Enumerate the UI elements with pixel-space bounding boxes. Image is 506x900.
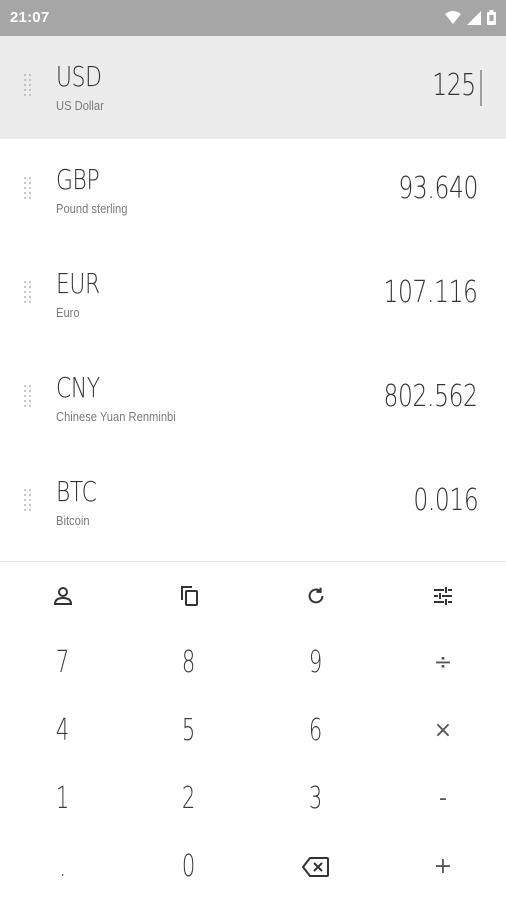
currency-amount[interactable]: 107.116 (384, 275, 478, 310)
currency-code: GBP (56, 163, 100, 196)
plus-label: + (433, 854, 453, 879)
currency-name: US Dollar (56, 98, 104, 113)
key-4[interactable]: 4 (0, 697, 126, 764)
minus-label: - (439, 786, 447, 811)
copy-button[interactable] (126, 562, 252, 629)
key-2[interactable]: 2 (126, 765, 252, 832)
multiply-button[interactable]: × (380, 697, 506, 764)
drag-handle-icon[interactable] (22, 383, 34, 411)
currency-code: USD (56, 60, 102, 93)
backspace-button[interactable] (253, 833, 379, 900)
divide-label: ÷ (433, 650, 453, 675)
contacts-button[interactable] (0, 562, 126, 629)
currency-amount-input[interactable]: 125 (433, 68, 477, 103)
currency-row-cny[interactable]: CNY Chinese Yuan Renminbi 802.562 (0, 347, 506, 451)
key-9-label: 9 (309, 645, 323, 680)
divide-button[interactable]: ÷ (380, 629, 506, 696)
currency-row-gbp[interactable]: GBP Pound sterling 93.640 (0, 139, 506, 243)
key-3[interactable]: 3 (253, 765, 379, 832)
person-icon (51, 584, 75, 608)
currency-code: CNY (56, 371, 100, 404)
refresh-icon (305, 585, 327, 607)
key-7-label: 7 (56, 645, 70, 680)
drag-handle-icon[interactable] (22, 175, 34, 203)
wifi-icon (445, 10, 461, 25)
key-6[interactable]: 6 (253, 697, 379, 764)
currency-name: Chinese Yuan Renminbi (56, 409, 176, 424)
key-6-label: 6 (309, 713, 323, 748)
minus-button[interactable]: - (380, 765, 506, 832)
tune-icon (431, 584, 455, 608)
drag-handle-icon[interactable] (22, 487, 34, 515)
currency-row-usd[interactable]: USD US Dollar 125 (0, 36, 506, 139)
plus-button[interactable]: + (380, 833, 506, 900)
currency-row-btc[interactable]: BTC Bitcoin 0.016 (0, 451, 506, 555)
copy-icon (177, 584, 201, 608)
currency-amount[interactable]: 802.562 (384, 379, 478, 414)
key-8-label: 8 (182, 645, 196, 680)
key-2-label: 2 (182, 781, 196, 816)
decimal-button[interactable]: . (0, 833, 126, 900)
key-0[interactable]: 0 (126, 833, 252, 900)
status-bar: 21:07 (0, 0, 506, 36)
currency-amount[interactable]: 93.640 (398, 171, 478, 206)
currency-code: EUR (56, 267, 100, 300)
battery-icon (487, 10, 496, 25)
refresh-button[interactable] (253, 562, 379, 629)
decimal-label: . (59, 849, 67, 884)
drag-handle-icon[interactable] (22, 279, 34, 307)
multiply-label: × (433, 718, 453, 743)
key-4-label: 4 (56, 713, 70, 748)
currency-amount[interactable]: 0.016 (413, 483, 478, 518)
currency-name: Bitcoin (56, 513, 90, 528)
settings-button[interactable] (380, 562, 506, 629)
key-5-label: 5 (182, 713, 196, 748)
status-icons (445, 10, 496, 25)
key-0-label: 0 (182, 849, 196, 884)
status-time: 21:07 (10, 9, 50, 26)
key-5[interactable]: 5 (126, 697, 252, 764)
key-1-label: 1 (56, 781, 70, 816)
text-cursor (480, 70, 482, 106)
drag-handle-icon[interactable] (22, 72, 34, 100)
key-7[interactable]: 7 (0, 629, 126, 696)
currency-list: USD US Dollar 125 GBP Pound sterling 93.… (0, 36, 506, 555)
key-8[interactable]: 8 (126, 629, 252, 696)
backspace-icon (302, 856, 330, 878)
currency-name: Euro (56, 305, 80, 320)
key-3-label: 3 (309, 781, 323, 816)
key-1[interactable]: 1 (0, 765, 126, 832)
currency-code: BTC (56, 475, 97, 508)
currency-row-eur[interactable]: EUR Euro 107.116 (0, 243, 506, 347)
keypad: 7 8 9 ÷ 4 5 6 × 1 2 3 - . 0 + (0, 562, 506, 900)
key-9[interactable]: 9 (253, 629, 379, 696)
cell-signal-icon (467, 10, 481, 25)
currency-name: Pound sterling (56, 201, 128, 216)
